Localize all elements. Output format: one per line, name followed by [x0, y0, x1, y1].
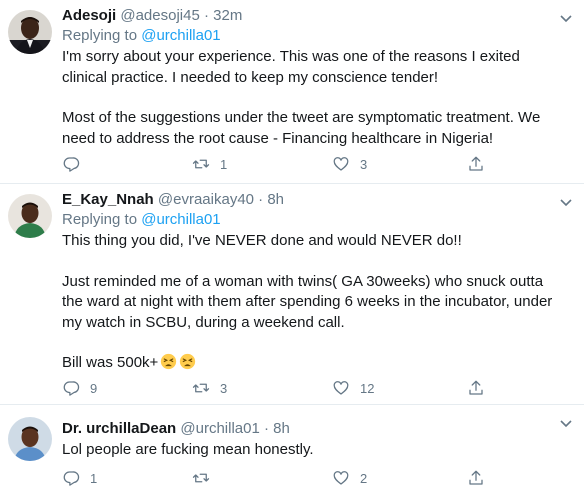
retweet-button[interactable]: 1 [192, 154, 227, 174]
reply-count: 9 [90, 380, 98, 396]
tweet-paragraph-with-emoji: Bill was 500k+ [62, 353, 554, 374]
avatar[interactable] [8, 10, 52, 54]
replying-to: Replying to @urchilla01 [62, 210, 554, 230]
tweet-paragraph: Bill was 500k+ [62, 354, 159, 371]
mention-link[interactable]: @urchilla01 [141, 211, 220, 228]
like-button[interactable]: 12 [332, 378, 374, 398]
replying-prefix: Replying to [62, 211, 138, 228]
chevron-down-icon[interactable] [558, 415, 574, 431]
chevron-down-icon[interactable] [558, 10, 574, 26]
timestamp[interactable]: 8h [267, 191, 284, 208]
tweet-body: Dr. urchillaDean @urchilla01 · 8h Lol pe… [62, 419, 554, 461]
like-button[interactable]: 2 [332, 468, 367, 488]
tweet-text: Lol people are fucking mean honestly. [62, 440, 554, 461]
reply-icon [63, 471, 80, 486]
tired-face-emoji-icon [161, 353, 177, 370]
retweet-button[interactable] [192, 468, 220, 488]
reply-button[interactable] [62, 154, 90, 174]
separator-dot: · [258, 191, 264, 208]
tweet-header: Adesoji @adesoji45 · 32m [62, 6, 554, 26]
reply-button[interactable]: 9 [62, 378, 97, 398]
tweet-text: This thing you did, I've NEVER done and … [62, 231, 554, 374]
like-count: 3 [360, 156, 368, 172]
tweet-body: Adesoji @adesoji45 · 32m Replying to @ur… [62, 6, 554, 149]
tweet-paragraph: Lol people are fucking mean honestly. [62, 441, 314, 458]
tweet-actions: 9 3 12 [62, 378, 554, 398]
timestamp[interactable]: 32m [213, 7, 242, 24]
share-icon [469, 156, 483, 171]
replying-to: Replying to @urchilla01 [62, 26, 554, 46]
like-count: 12 [360, 380, 375, 396]
retweet-button[interactable]: 3 [192, 378, 227, 398]
user-handle[interactable]: @evraaikay40 [158, 191, 254, 208]
tweet-adesoji[interactable]: Adesoji @adesoji45 · 32m Replying to @ur… [0, 0, 584, 184]
tired-face-emoji-icon [180, 353, 196, 370]
like-count: 2 [360, 470, 368, 486]
timestamp[interactable]: 8h [273, 420, 290, 437]
heart-icon [333, 471, 349, 485]
tweet-paragraph: This thing you did, I've NEVER done and … [62, 232, 462, 249]
tweet-header: Dr. urchillaDean @urchilla01 · 8h [62, 419, 554, 439]
tweet-actions: 1 3 [62, 154, 554, 174]
replying-prefix: Replying to [62, 27, 138, 44]
share-icon [469, 470, 483, 485]
retweet-icon [192, 473, 210, 483]
tweet-body: E_Kay_Nnah @evraaikay40 · 8h Replying to… [62, 190, 554, 374]
chevron-down-icon[interactable] [558, 194, 574, 210]
mention-link[interactable]: @urchilla01 [141, 27, 220, 44]
display-name[interactable]: Dr. urchillaDean [62, 420, 176, 437]
display-name[interactable]: E_Kay_Nnah [62, 191, 154, 208]
like-button[interactable]: 3 [332, 154, 367, 174]
retweet-count: 1 [220, 156, 228, 172]
reply-button[interactable]: 1 [62, 468, 97, 488]
tweet-paragraph: Most of the suggestions under the tweet … [62, 109, 541, 147]
avatar[interactable] [8, 417, 52, 461]
tweet-text: I'm sorry about your experience. This wa… [62, 47, 554, 149]
reply-icon [63, 157, 80, 172]
tweet-actions: 1 2 [62, 468, 554, 488]
user-handle[interactable]: @urchilla01 [180, 420, 259, 437]
share-button[interactable] [467, 378, 485, 398]
share-button[interactable] [467, 154, 485, 174]
separator-dot: · [264, 420, 269, 437]
tweet-paragraph: I'm sorry about your experience. This wa… [62, 48, 520, 86]
tweet-paragraph: Just reminded me of a woman with twins( … [62, 272, 553, 331]
share-button[interactable] [467, 468, 485, 488]
tweet-urchilladean[interactable]: Dr. urchillaDean @urchilla01 · 8h Lol pe… [0, 405, 584, 491]
heart-icon [333, 157, 349, 171]
retweet-icon [192, 159, 210, 169]
reply-icon [63, 381, 80, 396]
heart-icon [333, 381, 349, 395]
retweet-icon [192, 383, 210, 393]
tweet-header: E_Kay_Nnah @evraaikay40 · 8h [62, 190, 554, 210]
separator-dot: · [203, 7, 209, 24]
reply-timeline: Adesoji @adesoji45 · 32m Replying to @ur… [0, 0, 584, 491]
avatar[interactable] [8, 194, 52, 238]
user-handle[interactable]: @adesoji45 [120, 7, 199, 24]
display-name[interactable]: Adesoji [62, 7, 116, 24]
share-icon [469, 380, 483, 395]
reply-count: 1 [90, 470, 98, 486]
retweet-count: 3 [220, 380, 228, 396]
tweet-e-kay-nnah[interactable]: E_Kay_Nnah @evraaikay40 · 8h Replying to… [0, 184, 584, 405]
